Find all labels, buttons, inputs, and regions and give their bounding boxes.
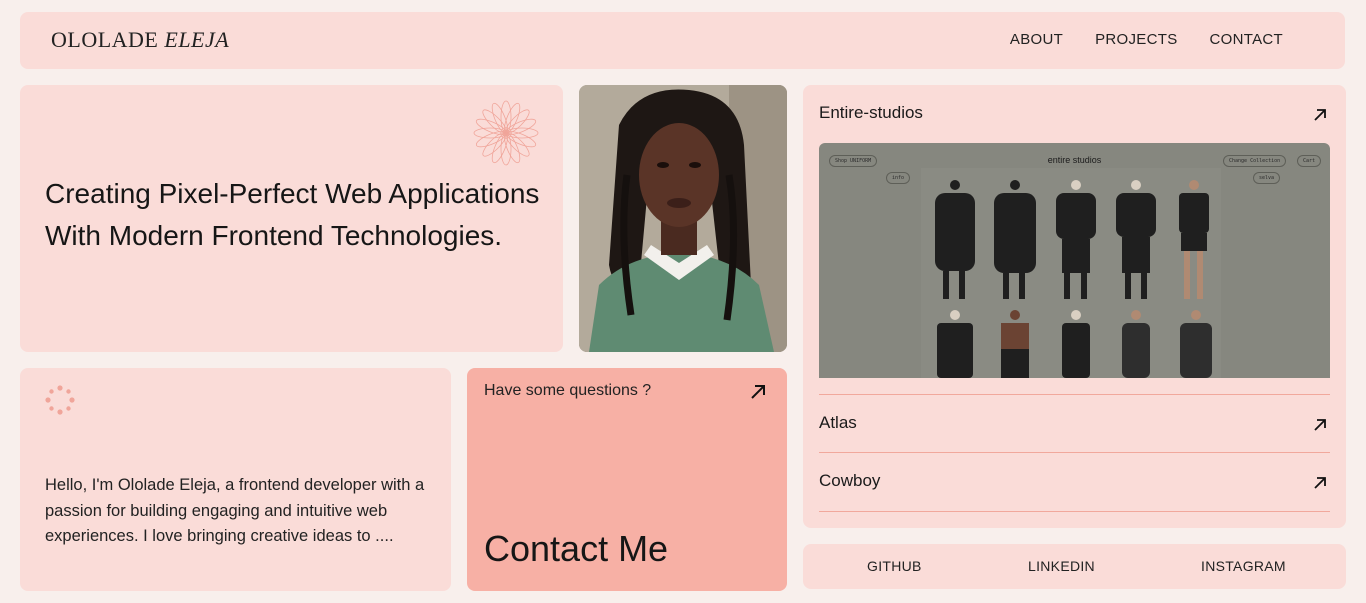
arrow-up-right-icon[interactable]: [1312, 475, 1328, 491]
contact-me-heading[interactable]: Contact Me: [484, 528, 668, 570]
nav-about[interactable]: ABOUT: [1010, 31, 1063, 48]
hero-title: Creating Pixel-Perfect Web Applications …: [45, 178, 540, 251]
about-text: Hello, I'm Ololade Eleja, a frontend dev…: [45, 476, 425, 545]
logo-last-name: ELEJA: [164, 27, 230, 52]
project-atlas[interactable]: Atlas: [819, 413, 857, 433]
contact-card[interactable]: Have some questions ? Contact Me: [467, 368, 787, 591]
divider: [819, 452, 1330, 453]
arrow-up-right-icon[interactable]: [1312, 107, 1328, 123]
portrait-illustration: [579, 85, 787, 352]
site-logo[interactable]: OLOLADE ELEJA: [51, 27, 229, 53]
header: OLOLADE ELEJA ABOUT PROJECTS CONTACT: [20, 12, 1345, 69]
portrait-photo: [579, 85, 787, 352]
arrow-up-right-icon[interactable]: [1312, 417, 1328, 433]
nav-contact[interactable]: CONTACT: [1210, 31, 1283, 48]
social-instagram-link[interactable]: INSTAGRAM: [1201, 558, 1286, 574]
logo-first-name: OLOLADE: [51, 27, 159, 52]
divider: [819, 394, 1330, 395]
hero-card: Creating Pixel-Perfect Web Applications …: [20, 85, 563, 352]
arrow-up-right-icon[interactable]: [749, 383, 767, 401]
social-linkedin-link[interactable]: LINKEDIN: [1028, 558, 1095, 574]
main-nav: ABOUT PROJECTS CONTACT: [1010, 31, 1283, 48]
project-cowboy[interactable]: Cowboy: [819, 471, 880, 491]
about-card: Hello, I'm Ololade Eleja, a frontend dev…: [20, 368, 451, 591]
preview-models-illustration: [921, 168, 1221, 378]
project-entire-studios[interactable]: Entire-studios: [819, 103, 923, 123]
social-github-link[interactable]: GITHUB: [867, 558, 922, 574]
nav-projects[interactable]: PROJECTS: [1095, 31, 1177, 48]
contact-question: Have some questions ?: [484, 382, 652, 399]
sparkle-icon: [45, 385, 75, 415]
socials-bar: GITHUB LINKEDIN INSTAGRAM: [803, 544, 1346, 589]
projects-card: Entire-studios entire studios Shop UNIFO…: [803, 85, 1346, 528]
flower-outline-icon: [473, 100, 539, 166]
divider: [819, 511, 1330, 512]
project-preview-image[interactable]: entire studios Shop UNIFORM info Change …: [819, 143, 1330, 378]
